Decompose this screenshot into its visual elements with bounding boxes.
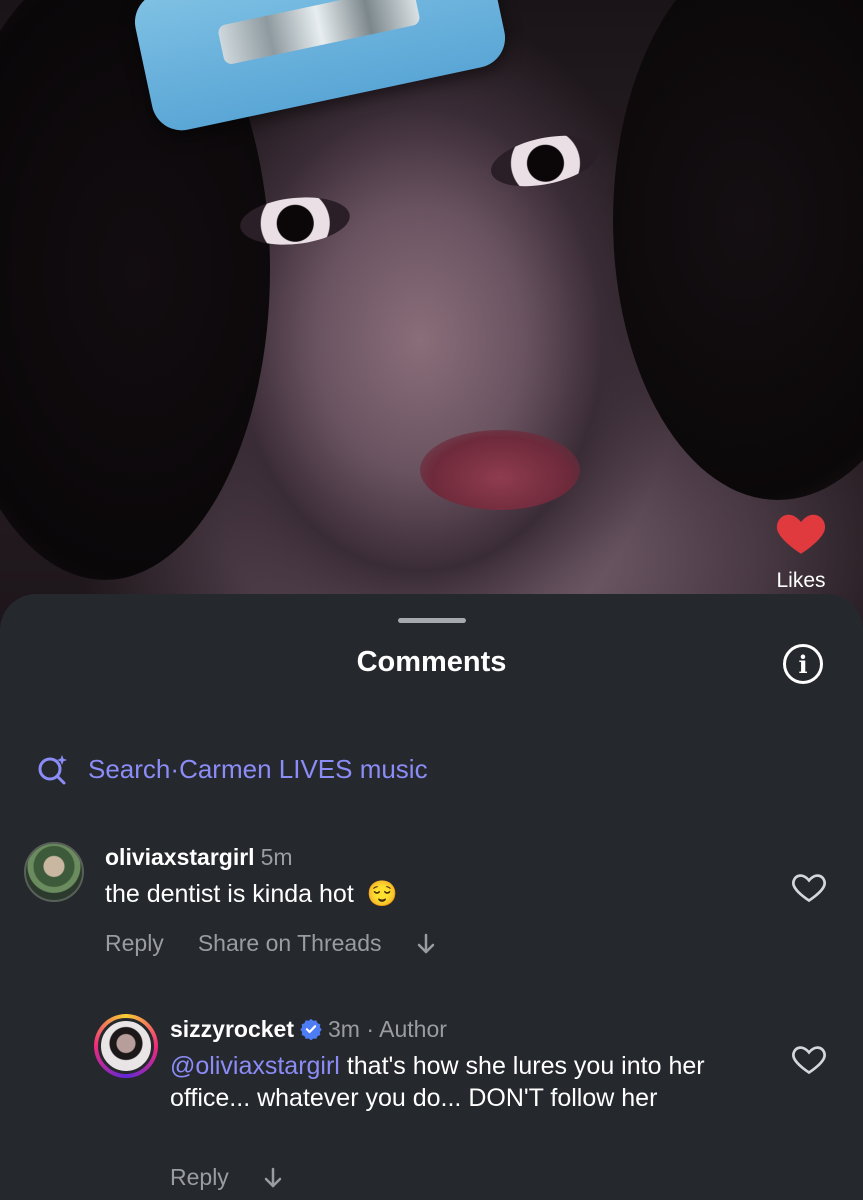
comment-actions: Reply xyxy=(170,1164,283,1191)
arrow-down-icon[interactable] xyxy=(416,932,436,956)
video-frame-detail xyxy=(129,0,511,136)
comment-meta: sizzyrocket 3m · Author xyxy=(170,1016,447,1043)
comment-time: 3m · Author xyxy=(328,1016,447,1042)
comment-text: the dentist is kinda hot 😌 xyxy=(105,878,398,910)
comment-text: @oliviaxstargirl that's how she lures yo… xyxy=(170,1050,770,1114)
info-icon: i xyxy=(798,649,808,679)
comment-text-content: the dentist is kinda hot xyxy=(105,880,354,908)
share-on-threads-button[interactable]: Share on Threads xyxy=(198,930,382,957)
sheet-title: Comments xyxy=(356,646,507,678)
video-player[interactable]: Likes xyxy=(0,0,863,640)
comment-meta: oliviaxstargirl 5m xyxy=(105,844,293,871)
comment-username[interactable]: sizzyrocket xyxy=(170,1016,294,1042)
video-frame-detail xyxy=(420,430,580,510)
mention-link[interactable]: @oliviaxstargirl xyxy=(170,1052,340,1080)
video-frame-detail xyxy=(613,0,863,500)
avatar xyxy=(98,1018,154,1074)
search-suggestion-link[interactable]: Search · Carmen LIVES music xyxy=(36,752,428,786)
comments-sheet: Comments i Search · Carmen LIVES music o… xyxy=(0,594,863,1200)
search-prefix: Search xyxy=(88,753,171,784)
arrow-down-icon[interactable] xyxy=(263,1166,283,1190)
search-sparkle-icon xyxy=(38,755,67,785)
sheet-grabber-handle[interactable] xyxy=(398,618,466,623)
likes-label: Likes xyxy=(776,569,826,592)
comment-actions: Reply Share on Threads xyxy=(105,930,436,957)
comment-time: 5m xyxy=(260,844,293,870)
heart-filled-icon xyxy=(776,514,826,554)
comment-username[interactable]: oliviaxstargirl xyxy=(105,844,255,870)
relieved-face-emoji: 😌 xyxy=(366,880,398,908)
video-frame-detail xyxy=(486,127,604,195)
heart-outline-icon[interactable] xyxy=(791,870,827,904)
search-query: Carmen LIVES music xyxy=(179,753,428,784)
like-button[interactable]: Likes xyxy=(773,508,829,593)
reply-button[interactable]: Reply xyxy=(105,930,164,957)
info-button[interactable]: i xyxy=(783,644,823,684)
search-separator: · xyxy=(170,753,180,784)
heart-outline-icon[interactable] xyxy=(791,1042,827,1076)
avatar[interactable] xyxy=(24,842,84,902)
reply-button[interactable]: Reply xyxy=(170,1164,229,1191)
verified-badge-icon xyxy=(300,1018,322,1040)
avatar-story-ring[interactable] xyxy=(94,1014,158,1078)
